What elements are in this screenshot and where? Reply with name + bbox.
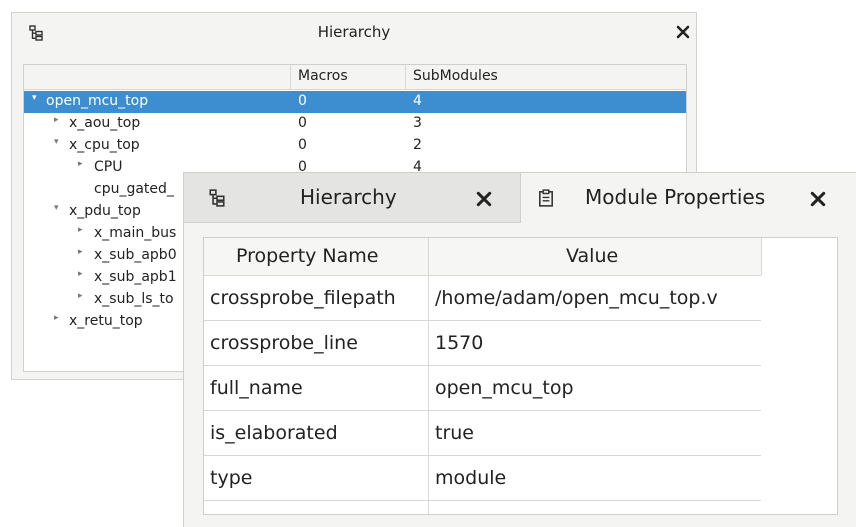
properties-table[interactable]: Property Name Value crossprobe_filepath … bbox=[203, 237, 838, 516]
column-header-property-name[interactable]: Property Name bbox=[236, 245, 379, 267]
column-header-macros[interactable]: Macros bbox=[298, 68, 348, 84]
tree-row-submodules: 4 bbox=[413, 93, 422, 109]
column-header-submodules[interactable]: SubModules bbox=[413, 68, 498, 84]
tree-row-macros: 0 bbox=[298, 115, 307, 131]
expand-arrow-icon[interactable]: ▸ bbox=[78, 225, 83, 235]
property-value-cell[interactable]: open_mcu_top bbox=[435, 377, 574, 399]
tree-row-macros: 0 bbox=[298, 137, 307, 153]
property-value-cell[interactable]: 1570 bbox=[435, 332, 483, 354]
collapse-arrow-icon[interactable]: ▾ bbox=[54, 203, 59, 213]
property-name-cell[interactable]: type bbox=[210, 467, 252, 489]
tree-row-submodules: 3 bbox=[413, 115, 422, 131]
expand-arrow-icon[interactable]: ▸ bbox=[78, 159, 83, 169]
expand-arrow-icon[interactable]: ▾ bbox=[32, 93, 37, 103]
tree-row-x-aou-top[interactable]: ▸ x_aou_top 0 3 bbox=[24, 113, 686, 135]
hierarchy-title: Hierarchy bbox=[317, 23, 391, 41]
expand-arrow-icon[interactable]: ▸ bbox=[78, 269, 83, 279]
close-icon[interactable] bbox=[676, 25, 690, 39]
clipboard-icon bbox=[539, 189, 553, 207]
property-name-cell[interactable]: full_name bbox=[210, 377, 303, 399]
tree-row-macros: 0 bbox=[298, 93, 307, 109]
tree-row-name: cpu_gated_ bbox=[94, 181, 174, 197]
tree-row-name: x_sub_apb1 bbox=[94, 269, 177, 285]
expand-arrow-icon[interactable]: ▸ bbox=[54, 115, 59, 125]
column-header-value[interactable]: Value bbox=[566, 245, 618, 267]
expand-arrow-icon[interactable]: ▸ bbox=[54, 313, 59, 323]
tab-module-properties[interactable]: Module Properties bbox=[520, 173, 856, 223]
tree-row-name: x_sub_apb0 bbox=[94, 247, 177, 263]
close-icon[interactable] bbox=[810, 191, 826, 207]
tree-row-name: CPU bbox=[94, 159, 123, 175]
collapse-arrow-icon[interactable]: ▾ bbox=[54, 137, 59, 147]
expand-arrow-icon[interactable]: ▸ bbox=[78, 247, 83, 257]
property-name-cell[interactable]: is_elaborated bbox=[210, 422, 338, 444]
tab-module-properties-label: Module Properties bbox=[585, 185, 766, 209]
tree-row-open-mcu-top[interactable]: ▾ open_mcu_top 0 4 bbox=[24, 91, 686, 113]
close-icon[interactable] bbox=[476, 191, 492, 207]
tree-icon bbox=[209, 189, 225, 207]
module-properties-window: Hierarchy Module Properties Property Nam… bbox=[183, 172, 856, 527]
tree-row-name: x_aou_top bbox=[69, 115, 141, 131]
tree-row-submodules: 2 bbox=[413, 137, 422, 153]
tree-row-name: x_retu_top bbox=[69, 313, 143, 329]
tree-row-x-cpu-top[interactable]: ▾ x_cpu_top 0 2 bbox=[24, 135, 686, 157]
tree-row-name: x_sub_ls_to bbox=[94, 291, 174, 307]
expand-arrow-icon[interactable]: ▸ bbox=[78, 291, 83, 301]
property-value-cell[interactable]: /home/adam/open_mcu_top.v bbox=[435, 287, 718, 309]
tree-header: Macros SubModules bbox=[24, 65, 686, 90]
tree-row-name: x_cpu_top bbox=[69, 137, 140, 153]
tree-row-name: open_mcu_top bbox=[46, 93, 149, 109]
hierarchy-titlebar: Hierarchy bbox=[12, 13, 696, 53]
property-name-cell[interactable]: crossprobe_line bbox=[210, 332, 358, 354]
tree-row-name: x_main_bus bbox=[94, 225, 177, 241]
tab-hierarchy-label: Hierarchy bbox=[300, 185, 397, 209]
property-value-cell[interactable]: true bbox=[435, 422, 474, 444]
tree-row-name: x_pdu_top bbox=[69, 203, 141, 219]
property-name-cell[interactable]: crossprobe_filepath bbox=[210, 287, 396, 309]
tab-hierarchy[interactable]: Hierarchy bbox=[184, 173, 520, 223]
property-value-cell[interactable]: module bbox=[435, 467, 506, 489]
